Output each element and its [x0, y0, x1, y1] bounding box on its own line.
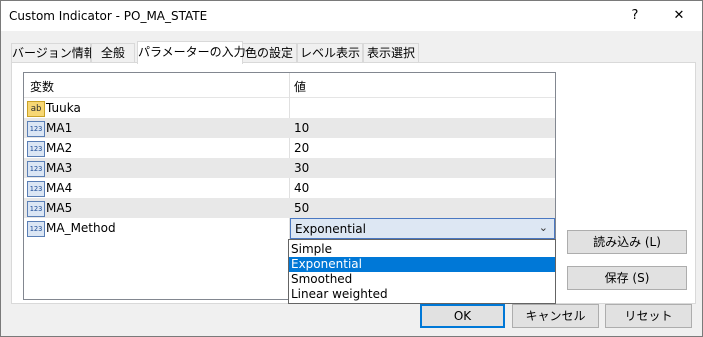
param-row-ma4[interactable]: 123 MA4 40	[24, 178, 555, 198]
param-row-ma5[interactable]: 123 MA5 50	[24, 198, 555, 218]
tab-visualization[interactable]: 表示選択	[363, 43, 419, 63]
param-row-tuuka[interactable]: ab Tuuka	[24, 98, 555, 118]
chevron-down-icon[interactable]: ⌄	[539, 221, 548, 234]
tab-levels[interactable]: レベル表示	[297, 43, 363, 63]
param-row-ma2[interactable]: 123 MA2 20	[24, 138, 555, 158]
param-name: MA1	[46, 121, 73, 135]
param-value[interactable]: 30	[294, 161, 309, 175]
param-row-ma3[interactable]: 123 MA3 30	[24, 158, 555, 178]
close-button[interactable]: ✕	[657, 1, 701, 31]
param-name: Tuuka	[46, 101, 81, 115]
help-button[interactable]: ?	[613, 1, 657, 31]
integer-type-icon: 123	[27, 141, 45, 157]
combobox-value: Exponential	[295, 222, 366, 236]
save-button[interactable]: 保存 (S)	[567, 266, 687, 290]
param-row-ma-method[interactable]: 123 MA_Method Exponential ⌄	[24, 218, 555, 239]
param-name: MA_Method	[46, 221, 116, 235]
dropdown-option-simple[interactable]: Simple	[289, 242, 555, 257]
reset-button[interactable]: リセット	[605, 304, 692, 328]
tab-version-info[interactable]: バージョン情報	[11, 43, 96, 63]
param-name: MA5	[46, 201, 73, 215]
tab-general[interactable]: 全般	[91, 43, 135, 63]
integer-type-icon: 123	[27, 161, 45, 177]
dropdown-option-exponential[interactable]: Exponential	[289, 257, 555, 272]
integer-type-icon: 123	[27, 221, 45, 237]
integer-type-icon: 123	[27, 181, 45, 197]
load-button[interactable]: 読み込み (L)	[567, 230, 687, 254]
param-name: MA2	[46, 141, 73, 155]
ok-button[interactable]: OK	[420, 304, 505, 328]
param-value[interactable]: 20	[294, 141, 309, 155]
param-value[interactable]: 10	[294, 121, 309, 135]
title-bar: Custom Indicator - PO_MA_STATE ? ✕	[1, 1, 702, 31]
ma-method-combobox[interactable]: Exponential ⌄	[290, 218, 555, 239]
tab-parameters[interactable]: パラメーターの入力	[137, 41, 246, 64]
dropdown-option-smoothed[interactable]: Smoothed	[289, 272, 555, 287]
param-name: MA4	[46, 181, 73, 195]
dropdown-option-linear-weighted[interactable]: Linear weighted	[289, 287, 555, 302]
window-title: Custom Indicator - PO_MA_STATE	[9, 9, 208, 23]
column-header-variable[interactable]: 変数	[30, 78, 54, 95]
column-header-value[interactable]: 値	[294, 78, 306, 95]
tab-colors[interactable]: 色の設定	[241, 43, 297, 63]
dialog-window: Custom Indicator - PO_MA_STATE ? ✕ バージョン…	[0, 0, 703, 337]
param-name: MA3	[46, 161, 73, 175]
integer-type-icon: 123	[27, 121, 45, 137]
ma-method-dropdown-list: Simple Exponential Smoothed Linear weigh…	[288, 239, 556, 304]
param-value[interactable]: 50	[294, 201, 309, 215]
integer-type-icon: 123	[27, 201, 45, 217]
string-type-icon: ab	[27, 101, 45, 117]
param-row-ma1[interactable]: 123 MA1 10	[24, 118, 555, 138]
param-value[interactable]: 40	[294, 181, 309, 195]
cancel-button[interactable]: キャンセル	[512, 304, 599, 328]
